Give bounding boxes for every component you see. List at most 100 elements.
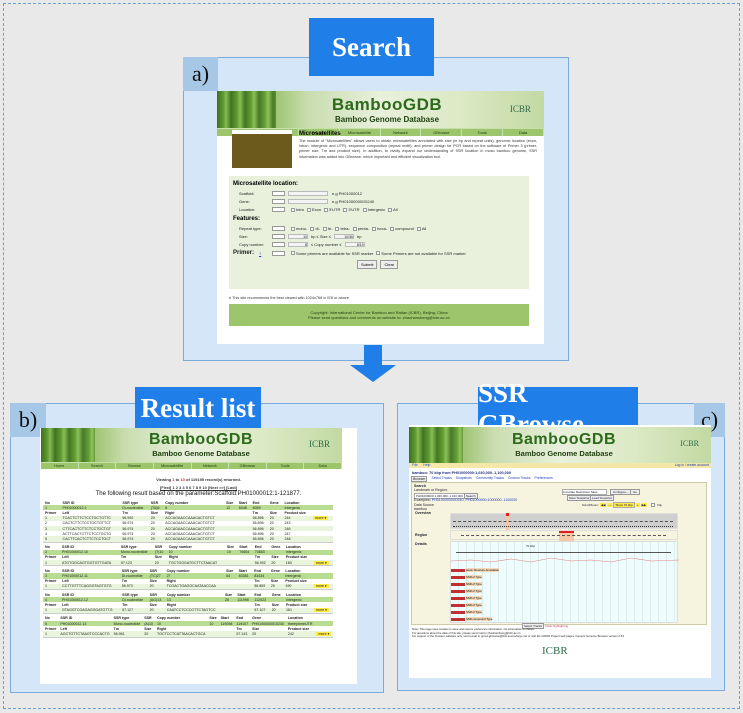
checkbox-3utr[interactable] — [343, 207, 348, 212]
checkbox-tetra[interactable] — [335, 226, 340, 231]
primer-cell: 57.143 — [234, 631, 251, 637]
primer-help-link[interactable]: ? — [259, 251, 272, 256]
track-toggle-icon[interactable] — [451, 568, 465, 572]
repeat-type-select[interactable] — [272, 226, 285, 231]
scroll-right-button[interactable]: ▶▶ — [640, 503, 648, 507]
gene-select[interactable] — [272, 199, 285, 204]
copy-between-text: ≤ Copy number ≤ — [311, 242, 342, 247]
nav-microsatellite[interactable]: Microsatellite — [340, 129, 381, 136]
gbrowse-track[interactable]: SSR compound Type — [451, 617, 493, 621]
gbrowse-track[interactable]: SSR of Type — [451, 603, 482, 607]
size-min-input[interactable]: 10 — [288, 234, 308, 239]
details-track: 70 kbp Gene Structure Annotation SSR of T… — [450, 541, 679, 623]
nav-tools[interactable]: Tools — [267, 463, 305, 469]
nav-home[interactable]: Home — [41, 463, 79, 469]
track-toggle-icon[interactable] — [451, 589, 465, 593]
gbrowse-track[interactable]: SSR of Type — [451, 582, 482, 586]
checkbox-di[interactable] — [310, 226, 315, 231]
gbrowse-track[interactable]: SSR of Type — [451, 596, 482, 600]
submit-button[interactable]: Submit — [357, 260, 378, 269]
more-button[interactable]: more ▾ — [313, 516, 329, 521]
gbrowse-track[interactable]: Gene Structure Annotation — [451, 568, 499, 572]
gbrowse-track[interactable]: SSR of Type — [451, 610, 482, 614]
nav-tools[interactable]: Tools — [462, 129, 504, 136]
track-toggle-icon[interactable] — [451, 596, 465, 600]
checkbox-compound[interactable] — [390, 226, 395, 231]
nav-gbrowse[interactable]: GBrowse — [421, 129, 463, 136]
viewing-summary: Viewing 1 to 10 of 119195 record(s) retu… — [156, 477, 241, 482]
zoom-select[interactable]: Show 70 kbp — [613, 502, 635, 508]
clear-button[interactable]: Clear — [380, 260, 399, 269]
copy-select[interactable] — [272, 242, 285, 247]
checkbox-hexa[interactable] — [372, 226, 377, 231]
examples-links[interactable]: PH01000000G0240, PH01000000:1000000..110… — [432, 498, 517, 502]
checkbox-exon[interactable] — [307, 207, 312, 212]
track-toggle-icon[interactable] — [451, 582, 465, 586]
primer-cell: 5 — [43, 536, 61, 542]
location-select[interactable] — [272, 207, 285, 212]
nav-data[interactable]: Data — [304, 463, 342, 469]
track-toggle-icon[interactable] — [451, 603, 465, 607]
checkbox-intergenic[interactable] — [362, 207, 367, 212]
zoom-out-button[interactable]: — — [607, 503, 613, 507]
login-link[interactable]: Log in / create account — [675, 463, 709, 468]
label-ssr-gbrowse: SSR GBrowse — [478, 378, 638, 439]
gbrowse-page: BambooGDB Bamboo Genome Database ICBR Fi… — [409, 425, 711, 678]
pagination[interactable]: [First] 1 2 3 4 5 6 7 8 9 10 [Next >>] [… — [40, 485, 357, 490]
checkbox-primer-unavailable[interactable] — [376, 251, 381, 255]
region-position-marker[interactable] — [559, 531, 574, 541]
primer-cell: 248 — [282, 536, 312, 542]
checkbox-all[interactable] — [388, 207, 393, 212]
more-button[interactable]: more ▾ — [313, 584, 329, 589]
primer-select[interactable] — [272, 250, 285, 256]
browser-area: Search Landmark or Region: PH01000000:1,… — [411, 482, 707, 629]
primer-row: 1 ATGTGGCAGTGGTGTTGATA 57.123 20 TGCTGGGATGC… — [43, 560, 333, 566]
more-button[interactable]: more ▾ — [313, 560, 329, 565]
more-button[interactable]: more ▾ — [316, 631, 332, 636]
gene-input[interactable] — [288, 199, 328, 204]
details-label: Details — [415, 542, 427, 546]
track-toggle-icon[interactable] — [451, 575, 465, 579]
gbrowse-track[interactable]: SSR of Type — [451, 575, 482, 579]
track-toggle-icon[interactable] — [451, 617, 465, 621]
checkbox-tri[interactable] — [322, 226, 327, 231]
scaffold-input[interactable] — [288, 191, 328, 196]
gene-row: Gene: e.g PH01000000G0240 — [239, 199, 374, 204]
gbrowse-track[interactable]: SSR of Type — [451, 589, 482, 593]
scaffold-select[interactable] — [272, 191, 285, 196]
nav-microsatellite[interactable]: Microsatellite — [154, 463, 192, 469]
size-max-input[interactable]: 10/36 — [333, 234, 354, 239]
checkbox-mono[interactable] — [291, 226, 295, 231]
nav-network[interactable]: Network — [192, 463, 230, 469]
track-toggle-icon[interactable] — [451, 610, 465, 614]
save-snapshot-button[interactable]: Save Snapshot — [567, 495, 592, 501]
scroll-left-button[interactable]: ◀◀ — [599, 503, 607, 507]
checkbox-penta[interactable] — [352, 226, 357, 231]
checkbox-all-repeat[interactable] — [416, 226, 421, 231]
more-button[interactable]: more ▾ — [313, 608, 329, 613]
zoom-in-button[interactable]: + — [635, 503, 640, 507]
flip-checkbox[interactable] — [651, 503, 656, 507]
checkbox-intro[interactable] — [291, 207, 295, 212]
menu-help[interactable]: Help — [423, 463, 430, 467]
icbr-logo: ICBR — [509, 104, 531, 114]
load-snapshot-button[interactable]: Load Snapshot — [590, 495, 615, 501]
checkbox-primer-available[interactable] — [291, 251, 295, 255]
checkbox-5utr[interactable] — [324, 207, 329, 212]
logo-subtitle: Bamboo Genome Database — [152, 449, 250, 458]
logo-subtitle: Bamboo Genome Database — [515, 449, 613, 458]
menu-file[interactable]: File — [412, 463, 417, 467]
track-label: SSR of Type — [466, 589, 482, 593]
region-track — [450, 530, 678, 541]
nav-data[interactable]: Data — [503, 129, 544, 136]
nav-gbrowse[interactable]: GBrowse — [229, 463, 267, 469]
primer-cell: 20 — [142, 631, 156, 637]
go-button[interactable]: Go — [630, 489, 641, 495]
primer-row: 4 ACTTCACTCTTCTCCTGCTG 56.974 20 ACCAGAACCAA… — [43, 531, 333, 536]
nav-network[interactable]: Network — [381, 129, 422, 136]
nav-browse[interactable]: Browse — [116, 463, 154, 469]
copy-max-input[interactable]: 8/19 — [344, 242, 365, 247]
nav-search[interactable]: Search — [79, 463, 117, 469]
copy-min-input[interactable]: 8 — [288, 242, 308, 247]
size-select[interactable] — [272, 234, 285, 239]
